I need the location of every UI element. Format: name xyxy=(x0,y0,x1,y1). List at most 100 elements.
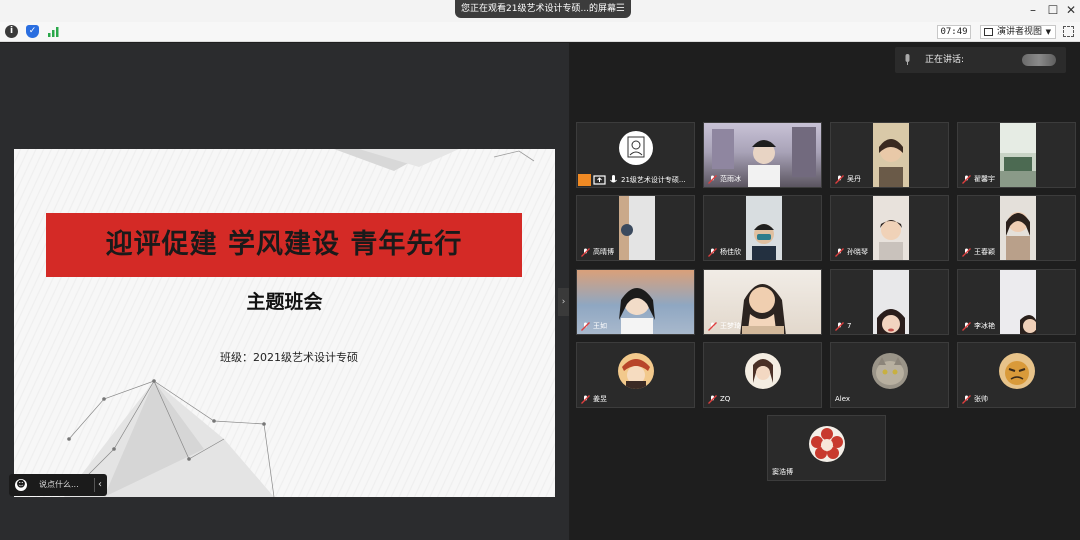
participant-name: 翟馨宇 xyxy=(974,175,995,183)
participant-tile[interactable]: ZQ xyxy=(703,342,822,408)
info-icon[interactable]: i xyxy=(5,25,18,38)
speaking-label: 正在讲话: xyxy=(925,55,965,65)
mic-muted-icon xyxy=(581,248,590,257)
participant-name: 姜昱 xyxy=(593,395,607,403)
participant-name: Alex xyxy=(835,395,851,403)
participant-video xyxy=(873,270,909,334)
participant-label: 7 xyxy=(835,321,851,332)
maximize-icon[interactable]: ☐ xyxy=(1046,3,1060,17)
emoji-icon[interactable]: ☻ xyxy=(15,479,27,491)
participant-label: 张帅 xyxy=(962,394,988,405)
participant-tile[interactable]: 范雨冰 xyxy=(703,122,822,188)
mic-muted-icon xyxy=(581,322,590,331)
shared-screen-area: 迎评促建 学风建设 青年先行 主题班会 班级：2021级艺术设计专硕 ☻ 说点什… xyxy=(0,43,569,540)
participant-tile[interactable]: 杨佳欣 xyxy=(703,195,822,261)
participant-tile[interactable]: Alex xyxy=(830,342,949,408)
fullscreen-icon[interactable] xyxy=(1063,26,1074,37)
participant-name: 李冰艳 xyxy=(974,322,995,330)
participant-name: 21级艺术设计专硕... xyxy=(621,176,686,184)
participant-label: Alex xyxy=(835,394,850,405)
slide-subtitle: 主题班会 xyxy=(246,291,323,313)
participant-name: 高晴博 xyxy=(593,248,614,256)
avatar xyxy=(745,353,781,389)
mic-muted-icon xyxy=(962,322,971,331)
mic-muted-icon xyxy=(962,395,971,404)
avatar xyxy=(999,353,1035,389)
participant-name: 王如 xyxy=(593,322,607,330)
participant-label: 王梦琦 xyxy=(708,321,741,332)
participant-tile[interactable]: 21级艺术设计专硕... xyxy=(576,122,695,188)
participant-name: 王春颖 xyxy=(974,248,995,256)
participant-tile[interactable]: 翟馨宇 xyxy=(957,122,1076,188)
participant-tile[interactable]: 李冰艳 xyxy=(957,269,1076,335)
chat-placeholder: 说点什么... xyxy=(39,480,79,489)
participant-video xyxy=(1000,270,1037,334)
slide-decoration xyxy=(64,149,535,497)
participant-video xyxy=(873,123,909,187)
title-bar: 您正在观看21级艺术设计专硕...的屏幕 ☰ – ☐ ✕ xyxy=(0,0,1080,22)
participant-tile[interactable]: 张帅 xyxy=(957,342,1076,408)
view-mode-dropdown[interactable]: 演讲者视图 ▼ xyxy=(980,25,1056,39)
participant-tile[interactable]: 吴丹 xyxy=(830,122,949,188)
speaker-avatar-blur xyxy=(1022,54,1056,66)
mic-muted-icon xyxy=(708,395,717,404)
chevron-left-icon[interactable]: ‹ xyxy=(98,474,102,496)
chevron-down-icon: ▼ xyxy=(1045,28,1051,36)
participant-label: 王如 xyxy=(581,321,607,332)
layout-icon xyxy=(984,28,993,36)
mic-muted-icon xyxy=(835,248,844,257)
speaking-indicator: 正在讲话: xyxy=(895,47,1066,73)
collapse-panel-handle[interactable]: › xyxy=(558,288,569,316)
participant-tile[interactable]: 王如 xyxy=(576,269,695,335)
mic-muted-icon xyxy=(708,248,717,257)
participant-name: 窦浩博 xyxy=(772,468,793,476)
participant-label: 王春颖 xyxy=(962,247,995,258)
participant-name: ZQ xyxy=(720,395,731,403)
presentation-slide: 迎评促建 学风建设 青年先行 主题班会 班级：2021级艺术设计专硕 xyxy=(14,149,555,497)
participant-video xyxy=(746,196,782,260)
mic-muted-icon xyxy=(708,175,717,184)
participant-label: 范雨冰 xyxy=(708,174,741,185)
participant-label: 杨佳欣 xyxy=(708,247,741,258)
menu-icon[interactable]: ☰ xyxy=(616,0,625,18)
toolbar: i ✓ 07:49 演讲者视图 ▼ xyxy=(0,22,1080,42)
participant-tile[interactable]: 王春颖 xyxy=(957,195,1076,261)
participant-label: 李冰艳 xyxy=(962,321,995,332)
participant-name: 7 xyxy=(847,322,852,330)
screen-share-icon xyxy=(593,175,606,185)
slide-banner-title: 迎评促建 学风建设 青年先行 xyxy=(46,213,522,277)
participant-tile[interactable]: 7 xyxy=(830,269,949,335)
participant-tile[interactable]: 高晴博 xyxy=(576,195,695,261)
signal-icon[interactable] xyxy=(47,25,60,38)
participant-tile[interactable]: 孙晓琴 xyxy=(830,195,949,261)
participant-tile[interactable]: 窦浩博 xyxy=(767,415,886,481)
mic-muted-icon xyxy=(581,395,590,404)
mic-muted-icon xyxy=(835,175,844,184)
participant-name: 范雨冰 xyxy=(720,175,741,183)
shield-icon[interactable]: ✓ xyxy=(26,25,39,38)
divider xyxy=(94,478,95,492)
participant-video xyxy=(1000,196,1036,260)
participant-label: 翟馨宇 xyxy=(962,174,995,185)
slide-class-line: 班级：2021级艺术设计专硕 xyxy=(220,351,358,364)
close-icon[interactable]: ✕ xyxy=(1064,3,1078,17)
chat-input[interactable]: ☻ 说点什么... ‹ xyxy=(9,474,107,496)
participant-name: 吴丹 xyxy=(847,175,861,183)
mic-muted-icon xyxy=(835,322,844,331)
participant-tile[interactable]: 王梦琦 xyxy=(703,269,822,335)
participant-label: 姜昱 xyxy=(581,394,607,405)
host-icon xyxy=(578,174,591,186)
screen-share-indicator[interactable]: 您正在观看21级艺术设计专硕...的屏幕 ☰ xyxy=(455,0,631,18)
participant-label: 孙晓琴 xyxy=(835,247,868,258)
meeting-timer: 07:49 xyxy=(937,25,971,39)
participant-name: 王梦琦 xyxy=(720,322,741,330)
participant-label: 高晴博 xyxy=(581,247,614,258)
participant-video xyxy=(1000,123,1036,187)
participant-label: 窦浩博 xyxy=(772,467,793,478)
participant-video xyxy=(873,196,909,260)
participant-video xyxy=(619,196,655,260)
mic-muted-icon xyxy=(708,322,717,331)
minimize-icon[interactable]: – xyxy=(1026,3,1040,17)
mic-muted-icon xyxy=(962,175,971,184)
participant-tile[interactable]: 姜昱 xyxy=(576,342,695,408)
